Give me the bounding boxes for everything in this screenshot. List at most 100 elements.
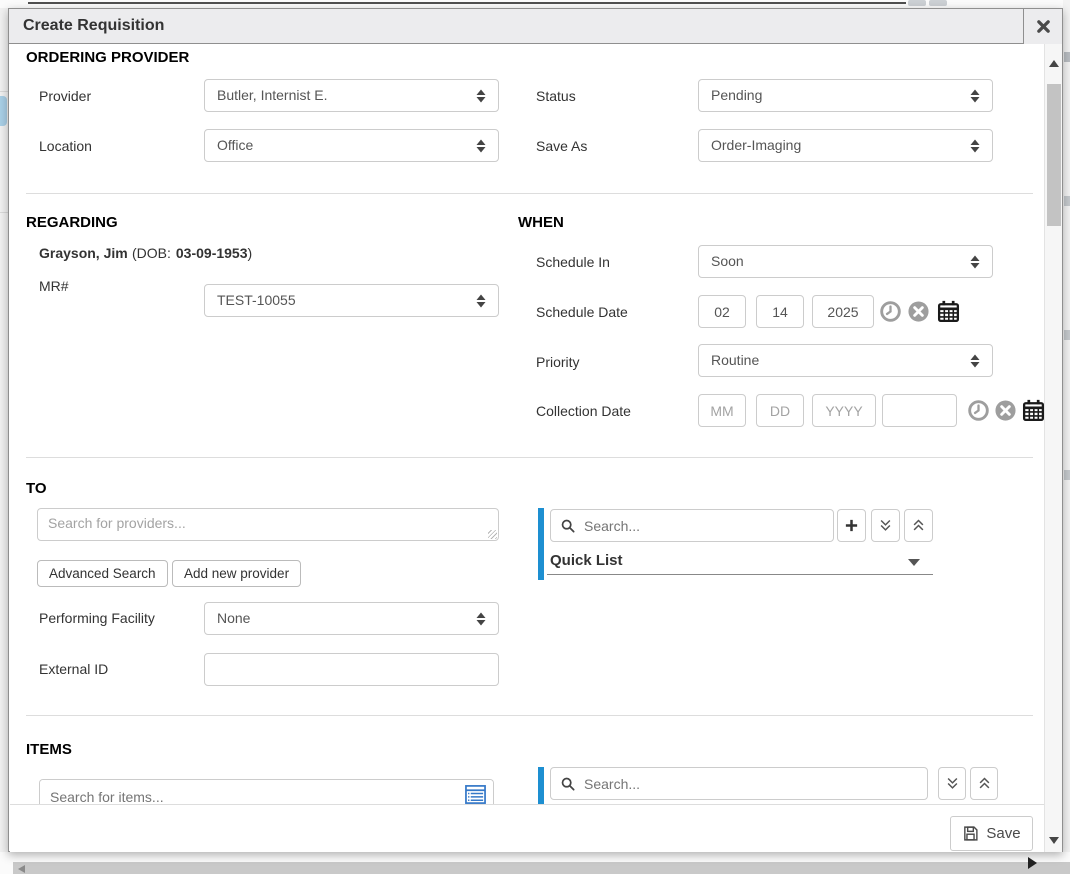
save-button[interactable]: Save <box>950 816 1033 851</box>
expand-all-button[interactable] <box>938 767 966 800</box>
priority-label: Priority <box>536 354 580 370</box>
provider-label: Provider <box>39 88 91 104</box>
select-caret-icon <box>968 254 982 270</box>
section-items: ITEMS <box>26 741 72 758</box>
mr-select[interactable]: TEST-10055 <box>204 284 499 317</box>
page-behind-fragment <box>1064 196 1070 206</box>
collection-year-input[interactable] <box>812 394 876 427</box>
patient-name: Grayson, Jim <box>39 245 128 261</box>
items-quick-search[interactable] <box>550 767 928 800</box>
add-to-list-button[interactable] <box>837 509 866 542</box>
section-regarding: REGARDING <box>26 214 118 231</box>
close-button[interactable] <box>1023 9 1062 44</box>
dob-value: 03-09-1953 <box>176 245 248 261</box>
status-value: Pending <box>711 80 762 111</box>
advanced-search-button[interactable]: Advanced Search <box>37 560 168 587</box>
vertical-scrollbar[interactable] <box>1044 44 1062 852</box>
quick-panel-accent-bar <box>538 508 544 580</box>
schedule-in-value: Soon <box>711 246 744 277</box>
section-divider <box>26 715 1033 716</box>
external-id-label: External ID <box>39 661 108 677</box>
schedule-in-label: Schedule In <box>536 254 610 270</box>
performing-facility-value: None <box>217 603 250 634</box>
performing-facility-select[interactable]: None <box>204 602 499 635</box>
close-icon <box>1036 19 1051 34</box>
page-behind-fragment <box>1064 470 1070 480</box>
priority-select[interactable]: Routine <box>698 344 993 377</box>
provider-select[interactable]: Butler, Internist E. <box>204 79 499 112</box>
horizontal-scrollbar[interactable] <box>13 862 1070 874</box>
item-list-picker-icon[interactable] <box>464 784 487 805</box>
select-caret-icon <box>968 353 982 369</box>
dialog-header: Create Requisition <box>9 9 1062 44</box>
dob-prefix: (DOB: <box>132 245 171 261</box>
schedule-year-input[interactable] <box>812 295 874 328</box>
location-select[interactable]: Office <box>204 129 499 162</box>
location-label: Location <box>39 138 92 154</box>
quick-list-label: Quick List <box>550 552 623 569</box>
select-caret-icon <box>474 138 488 154</box>
to-quick-search[interactable] <box>550 509 834 542</box>
schedule-month-input[interactable] <box>698 295 746 328</box>
provider-search-textarea[interactable] <box>37 508 499 541</box>
resize-grip-icon[interactable] <box>488 530 497 539</box>
clear-icon[interactable] <box>994 399 1017 422</box>
calendar-icon[interactable] <box>936 299 961 324</box>
page-behind-fragment <box>908 0 926 6</box>
provider-value: Butler, Internist E. <box>217 80 328 111</box>
section-divider <box>26 193 1033 194</box>
section-when: WHEN <box>518 214 564 231</box>
collapse-all-button[interactable] <box>904 509 933 542</box>
performing-facility-label: Performing Facility <box>39 610 155 626</box>
page-behind-line <box>0 212 8 213</box>
schedule-in-select[interactable]: Soon <box>698 245 993 278</box>
page-behind-left <box>0 0 8 874</box>
scrollbar-thumb[interactable] <box>1047 84 1061 226</box>
scroll-right-icon[interactable] <box>1028 857 1037 869</box>
page-behind-fragment <box>1064 52 1070 62</box>
calendar-icon[interactable] <box>1021 398 1046 423</box>
save-as-select[interactable]: Order-Imaging <box>698 129 993 162</box>
dob-suffix: ) <box>248 245 253 261</box>
collapse-all-button[interactable] <box>970 767 998 800</box>
expand-all-button[interactable] <box>871 509 900 542</box>
page-behind-line <box>0 91 8 92</box>
save-as-label: Save As <box>536 138 587 154</box>
save-as-value: Order-Imaging <box>711 130 801 161</box>
status-select[interactable]: Pending <box>698 79 993 112</box>
page-behind-right <box>1063 0 1070 874</box>
scroll-down-icon[interactable] <box>1049 837 1059 844</box>
collection-month-input[interactable] <box>698 394 746 427</box>
clock-icon[interactable] <box>879 300 902 323</box>
double-chevron-down-icon <box>945 776 960 791</box>
select-caret-icon <box>474 88 488 104</box>
schedule-day-input[interactable] <box>756 295 804 328</box>
dialog-footer: Save <box>10 804 1044 852</box>
mr-label: MR# <box>39 278 69 294</box>
quick-list-header[interactable]: Quick List <box>550 552 933 576</box>
save-icon <box>962 825 979 842</box>
screen: Create Requisition ORDERING PROVIDER Pro… <box>0 0 1070 874</box>
priority-value: Routine <box>711 345 759 376</box>
section-divider <box>26 457 1033 458</box>
clear-icon[interactable] <box>907 300 930 323</box>
item-search-input[interactable] <box>40 780 493 805</box>
to-quick-search-input[interactable] <box>582 517 833 535</box>
external-id-input[interactable] <box>204 653 499 686</box>
dialog-title: Create Requisition <box>9 9 1062 43</box>
scroll-left-icon[interactable] <box>18 865 25 873</box>
select-caret-icon <box>474 611 488 627</box>
schedule-date-label: Schedule Date <box>536 304 628 320</box>
save-button-label: Save <box>986 825 1020 842</box>
status-label: Status <box>536 88 576 104</box>
quick-list-underline <box>547 574 933 575</box>
items-quick-search-input[interactable] <box>582 775 927 793</box>
collection-day-input[interactable] <box>756 394 804 427</box>
scroll-up-icon[interactable] <box>1049 60 1059 67</box>
add-new-provider-button[interactable]: Add new provider <box>172 560 301 587</box>
clock-icon[interactable] <box>967 399 990 422</box>
item-search-box[interactable] <box>39 779 494 805</box>
select-caret-icon <box>474 293 488 309</box>
collection-time-input[interactable] <box>882 394 957 427</box>
patient-dob: (DOB: 03-09-1953) <box>132 245 252 261</box>
